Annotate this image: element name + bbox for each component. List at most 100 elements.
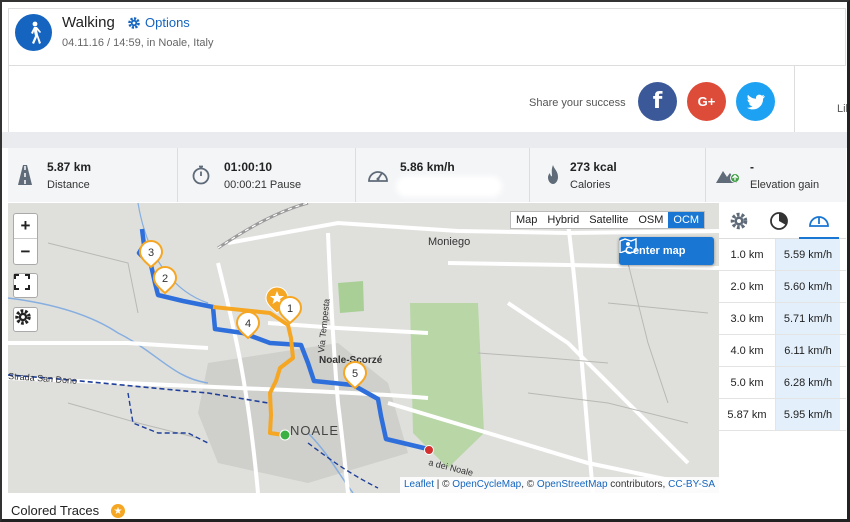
zoom-in-button[interactable]: + <box>14 214 37 239</box>
layer-satellite[interactable]: Satellite <box>584 212 633 228</box>
cycle-path <box>127 392 209 444</box>
svg-text:2: 2 <box>162 273 168 285</box>
attribution-text: | © <box>433 479 453 490</box>
duration-value: 01:00:10 <box>224 160 273 174</box>
stat-speed: 5.86 km/h <box>356 148 530 202</box>
layer-hybrid[interactable]: Hybrid <box>542 212 584 228</box>
svg-text:5: 5 <box>352 368 358 380</box>
pie-clock-icon <box>770 212 788 230</box>
activity-subtitle: 04.11.16 / 14:59, in Noale, Italy <box>62 37 214 49</box>
map-tiles: Moniego Noale-Scorzé NOALE Via Tempesta … <box>8 203 719 493</box>
layer-ocm[interactable]: OCM <box>668 212 705 228</box>
leaflet-link[interactable]: Leaflet <box>404 479 434 490</box>
zoom-control: + − <box>13 213 38 265</box>
activity-header: Walking Options 04.11.16 / 14:59, in Noa… <box>8 8 846 66</box>
flame-icon <box>548 165 558 184</box>
park-area <box>410 303 484 468</box>
tab-pace[interactable] <box>759 203 799 239</box>
stopwatch-icon <box>192 165 210 185</box>
walking-person-icon <box>15 14 52 51</box>
openstreetmap-link[interactable]: OpenStreetMap <box>537 479 608 490</box>
center-map-button[interactable]: Center map <box>619 237 714 265</box>
split-distance: 1.0 km <box>719 239 776 270</box>
star-icon: ★ <box>111 504 125 518</box>
tab-speed[interactable] <box>799 203 839 239</box>
split-row: 3.0 km 5.71 km/h <box>719 303 846 335</box>
share-label: Share your success <box>529 97 626 109</box>
layer-osm[interactable]: OSM <box>633 212 668 228</box>
panel-tabs <box>719 203 846 239</box>
split-row: 1.0 km 5.59 km/h <box>719 239 846 271</box>
elevation-value: - <box>750 160 754 174</box>
attribution-text: , © <box>521 479 537 490</box>
svg-text:3: 3 <box>148 247 154 259</box>
like-label: Lik <box>837 103 850 115</box>
distance-value: 5.87 km <box>47 160 92 174</box>
km-marker-3[interactable]: 3 <box>138 240 164 269</box>
split-distance: 2.0 km <box>719 271 776 302</box>
fullscreen-button[interactable] <box>13 273 38 298</box>
activity-title: Walking <box>62 14 115 31</box>
split-distance: 5.87 km <box>719 399 776 430</box>
stat-elevation: - Elevation gain <box>706 148 846 202</box>
split-row: 5.0 km 6.28 km/h <box>719 367 846 399</box>
split-speed: 6.11 km/h <box>776 335 840 366</box>
share-divider <box>794 66 795 132</box>
opencyclemap-link[interactable]: OpenCycleMap <box>452 479 521 490</box>
map-label-strada: Strada San Dono <box>8 371 77 386</box>
map-icon <box>619 237 637 253</box>
end-point[interactable] <box>424 445 434 455</box>
map-label-noale: NOALE <box>290 423 339 438</box>
share-section: Share your success f G+ Lik <box>8 66 847 132</box>
tab-settings[interactable] <box>719 203 759 239</box>
colored-traces-section: Colored Traces ★ <box>8 493 846 519</box>
colored-traces-title: Colored Traces <box>11 503 100 518</box>
map-settings-button[interactable] <box>13 307 38 332</box>
fullscreen-icon <box>14 274 30 290</box>
layer-switcher: Map Hybrid Satellite OSM OCM <box>510 211 706 229</box>
zoom-out-button[interactable]: − <box>14 239 37 264</box>
speedometer-icon <box>368 171 388 182</box>
map-label-moniego: Moniego <box>428 236 470 248</box>
gear-icon <box>15 309 31 325</box>
stats-bar: 5.87 km Distance 01:00:10 00:00:21 Pause… <box>8 148 846 202</box>
park-area <box>338 281 364 313</box>
options-label: Options <box>145 15 190 30</box>
elevation-label: Elevation gain <box>750 179 820 191</box>
twitter-bird-icon <box>746 94 765 109</box>
split-row: 5.87 km 5.95 km/h <box>719 399 846 431</box>
start-point[interactable] <box>279 429 291 441</box>
stat-calories: 273 kcal Calories <box>530 148 706 202</box>
split-row: 4.0 km 6.11 km/h <box>719 335 846 367</box>
cc-by-sa-link[interactable]: CC-BY-SA <box>668 479 715 490</box>
route-map[interactable]: Moniego Noale-Scorzé NOALE Via Tempesta … <box>8 203 719 493</box>
speed-value: 5.86 km/h <box>400 160 455 174</box>
google-plus-icon: G+ <box>697 94 716 109</box>
mountain-icon <box>716 171 740 183</box>
speedometer-icon <box>809 216 829 227</box>
calories-value: 273 kcal <box>570 160 617 174</box>
split-speed: 6.28 km/h <box>776 367 840 398</box>
layer-map[interactable]: Map <box>511 212 542 228</box>
distance-label: Distance <box>47 179 90 191</box>
section-separator <box>2 132 847 148</box>
split-speed: 5.95 km/h <box>776 399 840 430</box>
stat-distance: 5.87 km Distance <box>8 148 178 202</box>
split-speed: 5.71 km/h <box>776 303 840 334</box>
blurred-label <box>400 180 498 193</box>
app-window: Walking Options 04.11.16 / 14:59, in Noa… <box>0 0 850 522</box>
stat-duration: 01:00:10 00:00:21 Pause <box>178 148 356 202</box>
road-icon <box>18 165 32 185</box>
options-button[interactable]: Options <box>127 15 190 30</box>
gear-icon <box>128 16 140 29</box>
split-distance: 5.0 km <box>719 367 776 398</box>
facebook-share-button[interactable]: f <box>638 82 677 121</box>
split-speed: 5.59 km/h <box>776 239 840 270</box>
map-attribution: Leaflet | © OpenCycleMap, © OpenStreetMa… <box>399 477 719 493</box>
pause-label: 00:00:21 Pause <box>224 179 302 191</box>
splits-panel: 1.0 km 5.59 km/h 2.0 km 5.60 km/h 3.0 km… <box>719 203 846 493</box>
twitter-share-button[interactable] <box>736 82 775 121</box>
google-plus-share-button[interactable]: G+ <box>687 82 726 121</box>
svg-text:4: 4 <box>245 318 251 330</box>
river <box>8 297 209 384</box>
